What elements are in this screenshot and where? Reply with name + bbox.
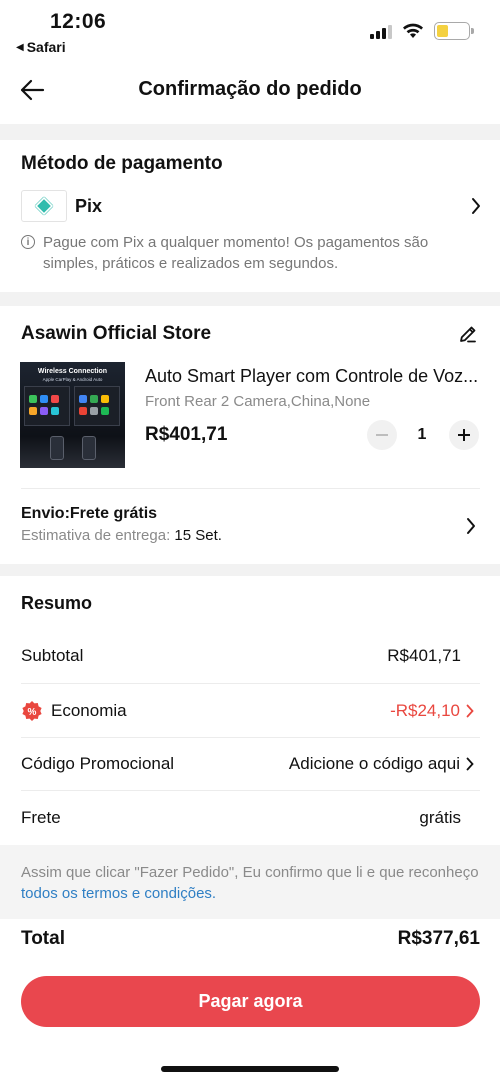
terms-link[interactable]: todos os termos e condições. [21, 885, 216, 902]
product-variant: Front Rear 2 Camera,China,None [145, 393, 371, 410]
chevron-right-icon [466, 757, 474, 771]
wifi-icon [403, 23, 423, 38]
shipping-estimate: Estimativa de entrega: 15 Set. [21, 527, 222, 544]
discount-amount: -R$24,10 [390, 701, 460, 720]
discount-badge-icon: % [22, 701, 42, 721]
section-gap [0, 564, 500, 576]
discount-value: -R$24,10 [390, 701, 474, 721]
shipping-cost-value: grátis [419, 808, 461, 827]
quantity-value: 1 [417, 426, 427, 443]
page-title: Confirmação do pedido [138, 78, 362, 100]
shipping-estimate-label: Estimativa de entrega: [21, 527, 175, 544]
shipping-estimate-date: 15 Set. [174, 527, 222, 544]
quantity-increase-button[interactable] [449, 420, 479, 450]
chevron-right-icon [467, 518, 475, 534]
promo-code-value: Adicione o código aqui [289, 754, 474, 774]
chevron-right-icon [472, 198, 480, 214]
payment-method-label: Pix [75, 195, 103, 216]
back-app-label: Safari [26, 39, 66, 55]
section-gap [0, 124, 500, 140]
edit-pencil-icon[interactable] [458, 324, 478, 344]
total-value: R$377,61 [397, 928, 480, 949]
page-header: Confirmação do pedido [0, 62, 500, 124]
store-name: Asawin Official Store [21, 323, 212, 344]
chevron-right-icon [466, 704, 474, 718]
shipping-title: Envio:Frete grátis [21, 505, 158, 522]
status-icons [370, 22, 474, 40]
battery-icon [434, 22, 474, 40]
payment-info-text: Pague com Pix a qualquer momento! Os pag… [43, 234, 429, 272]
promo-code-row[interactable]: Código Promocional Adicione o código aqu… [21, 737, 480, 791]
status-bar: 12:06 ◀ Safari [0, 0, 500, 62]
total-label: Total [21, 928, 65, 949]
svg-text:%: % [28, 707, 37, 718]
payment-method-row[interactable]: Pix [21, 188, 481, 224]
section-gap [0, 292, 500, 306]
payment-section-title: Método de pagamento [21, 153, 223, 174]
product-image-title: Wireless Connection [37, 368, 108, 375]
discount-row[interactable]: % Economia -R$24,10 [21, 684, 480, 738]
product-image-subtitle: Apple CarPlay & Android Auto [42, 377, 103, 382]
home-indicator [161, 1066, 339, 1072]
shipping-cost-row: Frete grátis [21, 791, 480, 845]
divider [21, 488, 480, 489]
product-title[interactable]: Auto Smart Player com Controle de Voz... [145, 366, 483, 387]
subtotal-row: Subtotal R$401,71 [21, 629, 480, 683]
terms-notice: Assim que clicar "Fazer Pedido", Eu conf… [0, 845, 500, 919]
info-icon: i [21, 235, 35, 249]
cellular-signal-icon [370, 23, 392, 39]
discount-label: Economia [51, 701, 127, 720]
pay-now-button[interactable]: Pagar agora [21, 976, 480, 1027]
back-to-app-link[interactable]: ◀ Safari [16, 39, 66, 55]
terms-text: Assim que clicar "Fazer Pedido", Eu conf… [21, 864, 479, 881]
payment-info: i Pague com Pix a qualquer momento! Os p… [21, 232, 461, 274]
quantity-decrease-button[interactable] [367, 420, 397, 450]
promo-code-placeholder: Adicione o código aqui [288, 754, 460, 773]
subtotal-label: Subtotal [21, 646, 84, 665]
promo-code-label: Código Promocional [21, 754, 175, 773]
total-row: Total R$377,61 [21, 928, 480, 958]
product-image[interactable]: Wireless Connection Apple CarPlay & Andr… [20, 362, 125, 468]
status-time: 12:06 [50, 10, 107, 33]
subtotal-value: R$401,71 [387, 646, 461, 665]
summary-title: Resumo [21, 593, 93, 613]
shipping-cost-label: Frete [21, 808, 61, 827]
product-price: R$401,71 [145, 424, 228, 445]
back-triangle-icon: ◀ [16, 41, 24, 53]
pix-logo-icon [21, 190, 67, 222]
